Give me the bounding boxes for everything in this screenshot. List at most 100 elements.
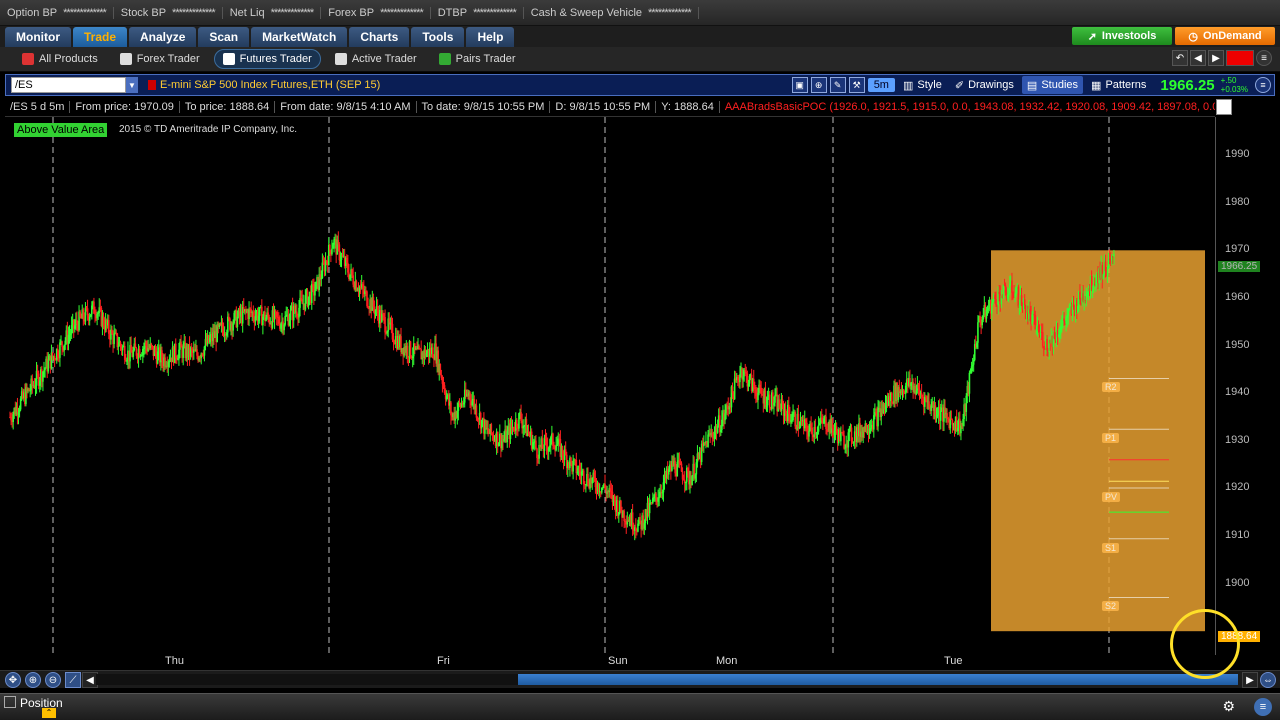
account-field: Forex BP *************: [321, 6, 431, 19]
subtab-pairs-trader[interactable]: Pairs Trader: [431, 49, 524, 69]
patterns-button[interactable]: ▦ Patterns: [1086, 76, 1151, 94]
chevron-down-icon[interactable]: ▼: [126, 77, 138, 93]
candle-body: [865, 423, 868, 433]
y-tick-label: 1940: [1225, 386, 1250, 399]
candle-body: [208, 338, 211, 343]
aggregation-selector[interactable]: 5m: [867, 78, 895, 92]
symbol-input[interactable]: /ES: [11, 77, 126, 93]
candle-body: [34, 385, 37, 388]
subtab-all-products[interactable]: All Products: [14, 49, 106, 69]
subtab-forex-trader[interactable]: Forex Trader: [112, 49, 208, 69]
candle-body: [990, 303, 993, 314]
tab-trade[interactable]: Trade: [73, 27, 128, 47]
expand-icon[interactable]: ⇔: [1260, 672, 1276, 688]
candle-body: [950, 418, 953, 420]
back-icon[interactable]: ◀: [1190, 50, 1206, 66]
undo-icon[interactable]: ↶: [1172, 50, 1188, 66]
candle-body: [355, 281, 358, 291]
candle-body: [1002, 284, 1005, 298]
expand-up-icon[interactable]: ⌃: [42, 708, 56, 718]
scroll-thumb[interactable]: [518, 674, 1238, 685]
candle-body: [548, 445, 551, 448]
candle-body: [635, 527, 637, 531]
chart-scrollbar[interactable]: ✥ ⊕ ⊖ ⟋ ◀ ▶ ⇔: [0, 670, 1280, 688]
candle-body: [1006, 294, 1009, 299]
candle-body: [1107, 258, 1110, 269]
pencil-icon[interactable]: ✎: [829, 77, 846, 93]
candle-body: [968, 372, 971, 394]
wrench-icon[interactable]: ⚒: [848, 77, 865, 93]
candle-body: [575, 459, 578, 474]
candle-body: [96, 313, 98, 319]
camera-icon[interactable]: ▣: [791, 77, 808, 93]
candle-body: [850, 427, 853, 442]
menu-icon[interactable]: ≡: [1255, 77, 1271, 93]
panel-icon[interactable]: [4, 696, 16, 708]
candle-body: [684, 481, 687, 484]
gear-icon[interactable]: ⚙: [1222, 698, 1235, 715]
candle-body: [587, 473, 589, 485]
candle-body: [376, 306, 379, 314]
menu-icon[interactable]: ≡: [1254, 698, 1272, 716]
candle-body: [774, 395, 776, 403]
scroll-right-icon[interactable]: ▶: [1242, 672, 1258, 688]
tab-marketwatch[interactable]: MarketWatch: [251, 27, 348, 47]
chart-svg[interactable]: [5, 117, 1215, 655]
price-chart[interactable]: Above Value Area 2015 © TD Ameritrade IP…: [5, 117, 1275, 655]
tab-tools[interactable]: Tools: [411, 27, 465, 47]
candle-body: [359, 287, 362, 289]
subtab-active-trader[interactable]: Active Trader: [327, 49, 425, 69]
scroll-track[interactable]: [96, 674, 1238, 685]
candle-body: [998, 291, 1000, 295]
tab-monitor[interactable]: Monitor: [5, 27, 71, 47]
zoom-out-icon[interactable]: ⊖: [45, 672, 61, 688]
candle-body: [667, 469, 670, 475]
candle-body: [1061, 323, 1063, 327]
arrow-icon: ➚: [1087, 30, 1097, 43]
candle-body: [140, 355, 143, 357]
candle-body: [956, 428, 959, 432]
candle-body: [31, 378, 34, 386]
price-axis[interactable]: 1990 1980 1970 1960 1950 1940 1930 1920 1910 1900…: [1215, 117, 1275, 655]
x-tick-label: Tue: [944, 655, 963, 667]
candle-body: [739, 374, 741, 383]
candle-body: [88, 316, 91, 321]
zoom-in-icon[interactable]: ⊕: [25, 672, 41, 688]
candle-body: [248, 308, 250, 320]
crosshair-icon[interactable]: ⊕: [810, 77, 827, 93]
candle-body: [585, 484, 587, 486]
symbol-description: E-mini S&P 500 Index Futures,ETH (SEP 15…: [148, 79, 380, 91]
study-label[interactable]: AAABradsBasicPOC (1926.0, 1921.5, 1915.0…: [720, 101, 1215, 113]
candle-body: [936, 415, 939, 417]
candle-body: [637, 523, 639, 532]
draw-line-icon[interactable]: ⟋: [65, 672, 81, 688]
tab-charts[interactable]: Charts: [349, 27, 410, 47]
candle-body: [550, 437, 552, 446]
pan-icon[interactable]: ✥: [5, 672, 21, 688]
candle-body: [284, 316, 286, 325]
candle-body: [79, 311, 81, 317]
candle-body: [145, 342, 147, 347]
ondemand-button[interactable]: ◷ OnDemand: [1175, 27, 1275, 45]
candle-body: [823, 418, 825, 424]
candle-body: [564, 449, 567, 455]
lock-icon[interactable]: [1216, 99, 1232, 115]
tab-help[interactable]: Help: [466, 27, 515, 47]
position-panel[interactable]: Position ⌃ ⚙ ≡: [0, 693, 1280, 720]
menu-icon[interactable]: ≡: [1256, 50, 1272, 66]
drawings-button[interactable]: ✐ Drawings: [950, 76, 1019, 94]
color-icon[interactable]: [1226, 50, 1254, 66]
tab-analyze[interactable]: Analyze: [129, 27, 197, 47]
candle-body: [441, 377, 444, 384]
subtab-futures-trader[interactable]: Futures Trader: [213, 49, 321, 69]
studies-button[interactable]: ▤ Studies: [1021, 76, 1084, 94]
forward-icon[interactable]: ▶: [1208, 50, 1224, 66]
candle-body: [541, 438, 544, 449]
candle-body: [462, 402, 465, 405]
tab-scan[interactable]: Scan: [198, 27, 250, 47]
candle-body: [1012, 292, 1014, 295]
style-button[interactable]: ▥ Style: [898, 76, 947, 94]
investools-button[interactable]: ➚ Investools: [1072, 27, 1172, 45]
chart-toolbar: /ES ▼ E-mini S&P 500 Index Futures,ETH (…: [5, 74, 1275, 96]
pairs-icon: [438, 53, 451, 65]
